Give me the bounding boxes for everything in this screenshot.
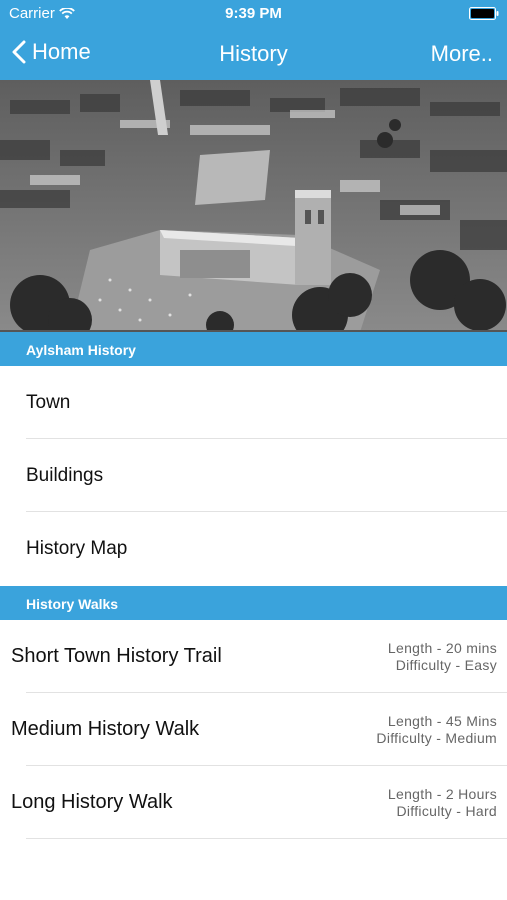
walk-name: Long History Walk xyxy=(11,791,173,813)
walk-name: Medium History Walk xyxy=(11,718,200,740)
status-bar: Carrier 9:39 PM xyxy=(0,0,507,28)
back-button[interactable]: Home xyxy=(12,39,91,65)
walk-difficulty: Difficulty - Medium xyxy=(376,730,497,746)
more-button[interactable]: More.. xyxy=(431,41,493,67)
section-header-aylsham-history: Aylsham History xyxy=(0,332,507,366)
aerial-photo-illustration xyxy=(0,80,507,332)
aerial-town-photo xyxy=(0,80,507,332)
list-item-label: Town xyxy=(26,392,71,413)
walk-length: Length - 20 mins xyxy=(387,640,497,656)
row-divider xyxy=(26,838,507,839)
status-time: 9:39 PM xyxy=(225,5,282,22)
walk-length: Length - 45 Mins xyxy=(387,713,497,729)
list-item-label: Buildings xyxy=(26,465,104,486)
walk-details: Length - 20 mins Difficulty - Easy xyxy=(388,640,497,674)
walk-length: Length - 2 Hours xyxy=(387,786,497,802)
list-item-label: History Map xyxy=(26,538,128,559)
list-item-history-map[interactable]: History Map xyxy=(0,512,507,585)
list-item-buildings[interactable]: Buildings xyxy=(0,439,507,512)
walk-item-medium-history-walk[interactable]: Medium History Walk Length - 45 Mins Dif… xyxy=(0,693,507,766)
navigation-bar: Home History More.. xyxy=(0,28,507,80)
walk-details: Length - 2 Hours Difficulty - Hard xyxy=(388,786,497,820)
section-header-history-walks: History Walks xyxy=(0,586,507,620)
walk-details: Length - 45 Mins Difficulty - Medium xyxy=(376,713,497,747)
chevron-left-icon xyxy=(12,40,26,64)
walk-difficulty: Difficulty - Easy xyxy=(395,657,497,673)
walk-item-short-town-history-trail[interactable]: Short Town History Trail Length - 20 min… xyxy=(0,620,507,693)
back-button-label[interactable]: Home xyxy=(32,39,91,65)
list-item-town[interactable]: Town xyxy=(0,366,507,439)
walk-item-long-history-walk[interactable]: Long History Walk Length - 2 Hours Diffi… xyxy=(0,766,507,839)
walk-name: Short Town History Trail xyxy=(11,645,222,667)
battery-icon xyxy=(469,7,499,20)
walk-difficulty: Difficulty - Hard xyxy=(396,803,497,819)
